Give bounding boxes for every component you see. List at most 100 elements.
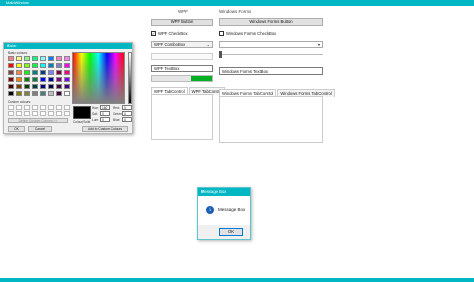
color-swatch[interactable] [56,91,62,96]
hue-input[interactable]: 160 [100,105,110,110]
close-icon[interactable]: × [201,188,247,196]
color-swatch[interactable] [16,84,22,89]
color-swatch[interactable] [8,63,14,68]
color-swatch[interactable] [64,84,70,89]
title-bar: MainWindow [0,0,474,6]
color-swatch[interactable] [40,63,46,68]
color-swatch[interactable] [16,70,22,75]
wpf-tab-body [151,94,213,140]
custom-color-swatch[interactable] [48,111,54,116]
color-swatch[interactable] [24,56,30,61]
green-input[interactable]: 0 [122,111,132,116]
color-swatch[interactable] [32,77,38,82]
color-swatch[interactable] [24,77,30,82]
custom-color-swatch[interactable] [24,105,30,110]
winforms-checkbox-box[interactable] [219,31,224,36]
color-swatch[interactable] [8,70,14,75]
message-box-ok-button[interactable]: OK [219,228,243,236]
sat-input[interactable]: 0 [100,111,110,116]
red-input[interactable]: 0 [122,105,132,110]
color-swatch[interactable] [40,77,46,82]
color-swatch[interactable] [56,63,62,68]
wpf-empty-textbox[interactable] [151,53,213,60]
custom-color-swatch[interactable] [16,111,22,116]
color-swatch[interactable] [32,91,38,96]
color-spectrum[interactable] [72,52,125,104]
color-swatch[interactable] [24,63,30,68]
custom-color-swatch[interactable] [64,111,70,116]
color-swatch[interactable] [64,70,70,75]
custom-color-swatch[interactable] [8,111,14,116]
luminance-slider[interactable] [128,52,132,104]
color-swatch[interactable] [64,63,70,68]
wpf-checkbox[interactable]: ✓ WPF CheckBox [151,31,188,36]
color-swatch[interactable] [48,63,54,68]
close-icon[interactable]: × [7,43,130,49]
color-swatch[interactable] [56,70,62,75]
custom-color-swatch[interactable] [40,105,46,110]
color-swatch[interactable] [48,70,54,75]
color-swatch[interactable] [56,84,62,89]
wpf-combobox[interactable]: WPF ComboBox ⌄ [151,41,213,48]
red-label: Red: [113,106,120,110]
ok-button[interactable]: OK [8,126,25,132]
custom-color-swatch[interactable] [56,111,62,116]
color-swatch[interactable] [48,77,54,82]
winforms-combobox[interactable]: ▾ [219,41,323,48]
blue-label: Blue: [113,118,121,122]
custom-color-swatch[interactable] [8,105,14,110]
custom-color-swatch[interactable] [32,111,38,116]
color-swatch[interactable] [8,84,14,89]
color-swatch[interactable] [48,91,54,96]
color-swatch[interactable] [56,56,62,61]
define-custom-colors-button[interactable]: Define Custom Colours >> [8,118,68,123]
wpf-checkbox-label: WPF CheckBox [158,31,188,36]
color-swatch[interactable] [32,84,38,89]
winforms-trackbar[interactable] [219,51,323,58]
color-swatch[interactable] [16,91,22,96]
color-swatch[interactable] [24,70,30,75]
color-swatch[interactable] [8,77,14,82]
color-swatch[interactable] [40,91,46,96]
wpf-button[interactable]: WPF Button [151,19,213,26]
bottom-accent-bar [0,278,474,282]
winforms-checkbox[interactable]: Windows Forms CheckBox [219,31,276,36]
color-swatch[interactable] [16,63,22,68]
custom-color-swatch[interactable] [56,105,62,110]
color-swatch[interactable] [64,56,70,61]
custom-color-swatch[interactable] [24,111,30,116]
lum-input[interactable]: 0 [100,117,110,122]
color-swatch[interactable] [24,91,30,96]
color-swatch[interactable] [16,56,22,61]
cancel-button[interactable]: Cancel [28,126,52,132]
color-swatch[interactable] [40,70,46,75]
winforms-textbox[interactable]: Windows Forms TextBox [219,67,323,75]
color-preview [73,106,91,119]
wpf-textbox[interactable]: WPF TextBox [151,65,213,72]
color-swatch[interactable] [48,84,54,89]
color-swatch[interactable] [16,77,22,82]
color-swatch[interactable] [32,63,38,68]
custom-color-swatch[interactable] [48,105,54,110]
color-swatch[interactable] [40,56,46,61]
color-swatch[interactable] [8,91,14,96]
color-swatch[interactable] [32,70,38,75]
color-swatch[interactable] [24,84,30,89]
wpf-header: WPF [178,9,188,14]
color-swatch[interactable] [64,77,70,82]
color-swatch[interactable] [32,56,38,61]
color-swatch[interactable] [40,84,46,89]
custom-color-swatch[interactable] [40,111,46,116]
color-swatch[interactable] [48,56,54,61]
custom-color-swatch[interactable] [64,105,70,110]
wpf-checkbox-box[interactable]: ✓ [151,31,156,36]
trackbar-thumb[interactable] [219,51,222,58]
color-swatch[interactable] [64,91,70,96]
blue-input[interactable]: 0 [122,117,132,122]
custom-color-swatch[interactable] [16,105,22,110]
custom-color-swatch[interactable] [32,105,38,110]
color-swatch[interactable] [8,56,14,61]
add-to-custom-colors-button[interactable]: Add to Custom Colours [82,126,128,132]
winforms-button[interactable]: Windows Forms Button [219,18,323,26]
color-swatch[interactable] [56,77,62,82]
